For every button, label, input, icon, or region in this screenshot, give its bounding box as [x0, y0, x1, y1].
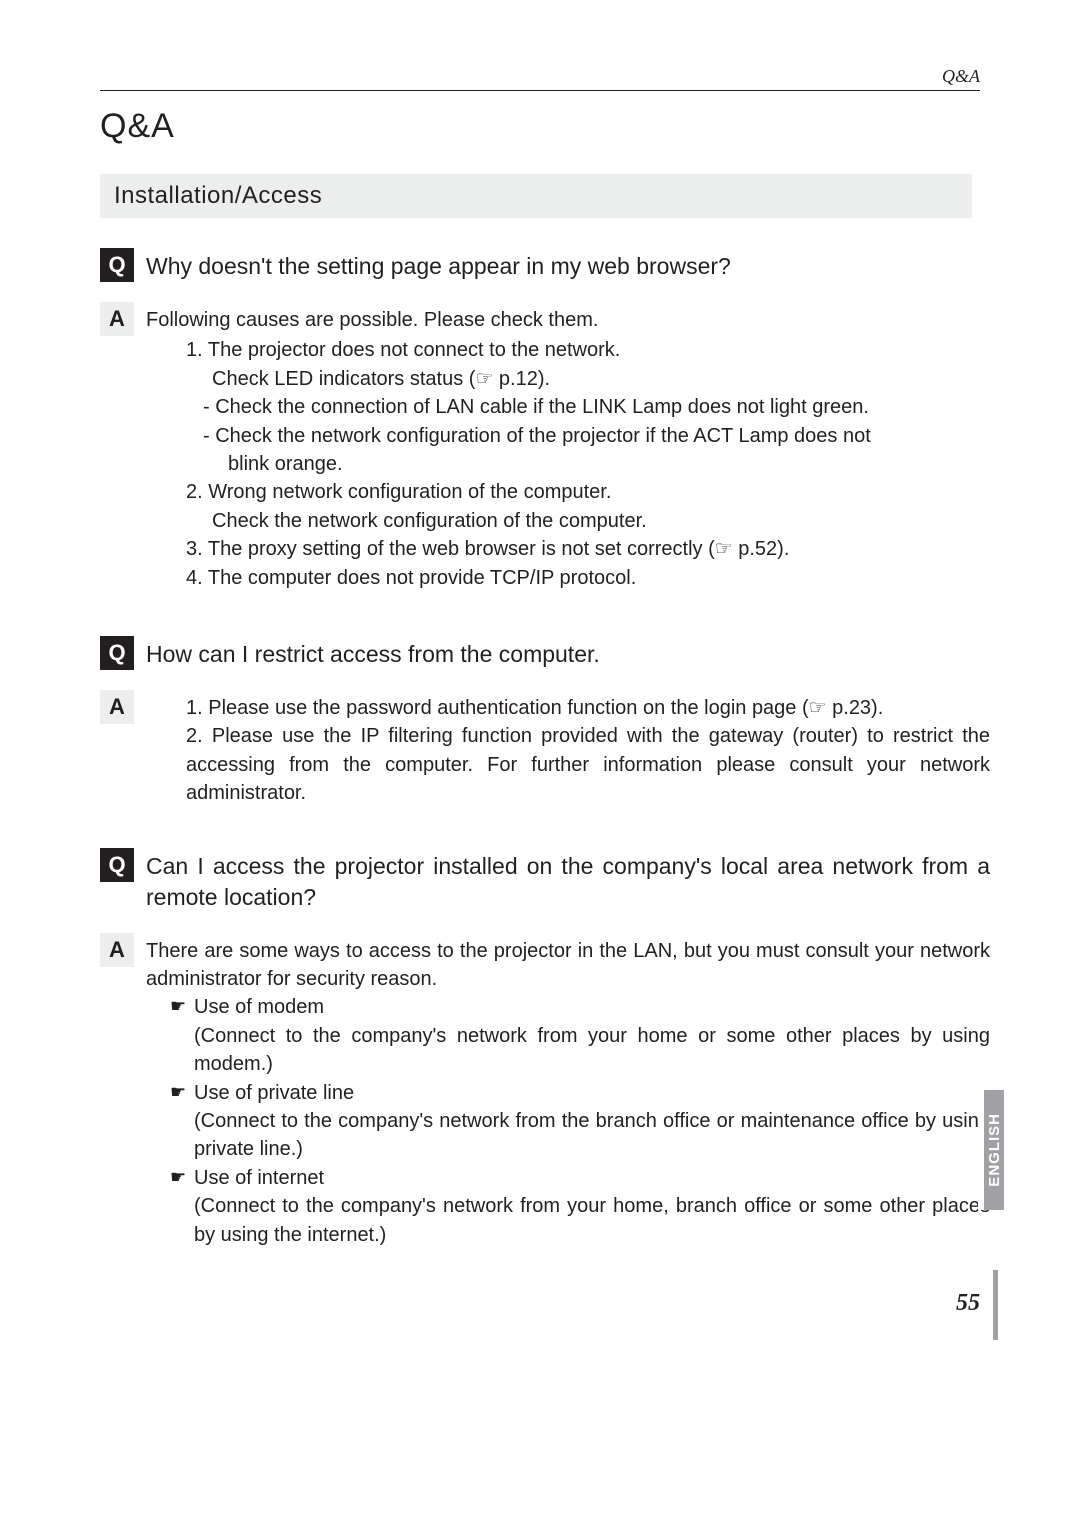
answer-line: - Check the network configuration of the… — [146, 422, 990, 450]
answer-intro: Following causes are possible. Please ch… — [146, 306, 990, 334]
hand-icon: ☛ — [170, 993, 194, 1021]
bullet-title: Use of private line — [194, 1079, 990, 1107]
qa-block: Q How can I restrict access from the com… — [100, 636, 990, 808]
answer-line: blink orange. — [146, 450, 990, 478]
answer-line: - Check the connection of LAN cable if t… — [146, 393, 990, 421]
answer-line: 2. Wrong network configuration of the co… — [146, 478, 990, 506]
bullet-title: Use of internet — [194, 1164, 990, 1192]
header-rule — [100, 90, 980, 91]
a-badge: A — [100, 933, 134, 967]
answer-bullet: ☛ Use of internet — [146, 1164, 990, 1192]
answer-line: 1. The projector does not connect to the… — [146, 336, 990, 364]
answer-body: Following causes are possible. Please ch… — [146, 302, 990, 592]
q-badge: Q — [100, 848, 134, 882]
question-text: Why doesn't the setting page appear in m… — [146, 248, 990, 282]
answer-body: 1. Please use the password authenticatio… — [146, 690, 990, 808]
hand-icon: ☛ — [170, 1164, 194, 1192]
bullet-sub: (Connect to the company's network from y… — [146, 1192, 990, 1249]
a-badge: A — [100, 302, 134, 336]
qa-block: Q Why doesn't the setting page appear in… — [100, 248, 990, 592]
bullet-title: Use of modem — [194, 993, 990, 1021]
bullet-sub: (Connect to the company's network from y… — [146, 1022, 990, 1079]
section-header: Installation/Access — [100, 174, 972, 218]
page-number: 55 — [956, 1290, 980, 1317]
page-title: Q&A — [100, 107, 990, 146]
answer-intro: There are some ways to access to the pro… — [146, 937, 990, 994]
answer-line: 3. The proxy setting of the web browser … — [146, 535, 990, 563]
answer-line: Check the network configuration of the c… — [146, 507, 990, 535]
page-number-accent — [993, 1270, 998, 1340]
answer-bullet: ☛ Use of private line — [146, 1079, 990, 1107]
question-text: How can I restrict access from the compu… — [146, 636, 990, 670]
qa-block: Q Can I access the projector installed o… — [100, 848, 990, 1249]
bullet-sub: (Connect to the company's network from t… — [146, 1107, 990, 1164]
answer-line: 4. The computer does not provide TCP/IP … — [146, 564, 990, 592]
answer-line: 2. Please use the IP filtering function … — [146, 722, 990, 807]
language-tab: ENGLISH — [978, 1090, 1004, 1210]
question-text: Can I access the projector installed on … — [146, 848, 990, 913]
a-badge: A — [100, 690, 134, 724]
answer-bullet: ☛ Use of modem — [146, 993, 990, 1021]
language-tab-label: ENGLISH — [986, 1113, 1003, 1187]
hand-icon: ☛ — [170, 1079, 194, 1107]
header-category: Q&A — [942, 66, 980, 87]
answer-line: 1. Please use the password authenticatio… — [146, 694, 990, 722]
answer-line: Check LED indicators status (☞ p.12). — [146, 365, 990, 393]
q-badge: Q — [100, 636, 134, 670]
q-badge: Q — [100, 248, 134, 282]
answer-body: There are some ways to access to the pro… — [146, 933, 990, 1249]
